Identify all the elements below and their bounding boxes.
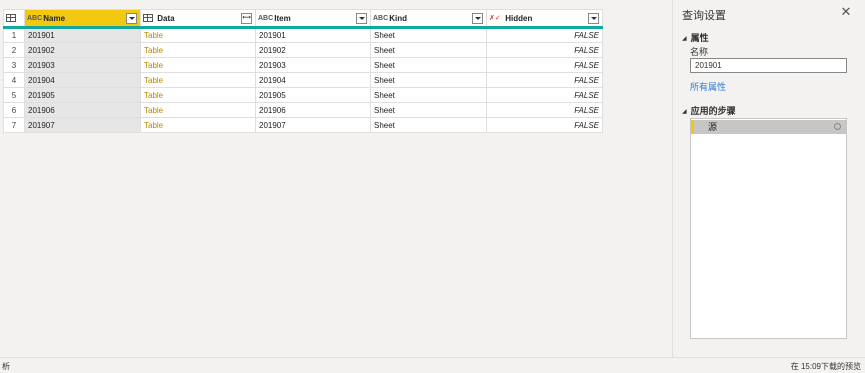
table-type-icon[interactable] — [143, 14, 153, 23]
filter-dropdown-icon[interactable] — [588, 13, 599, 24]
filter-dropdown-icon[interactable] — [356, 13, 367, 24]
column-header-hidden[interactable]: ✗✓ Hidden — [486, 9, 603, 29]
row-number[interactable]: 1 — [3, 27, 25, 43]
cell-name[interactable]: 201903 — [24, 57, 141, 73]
row-number[interactable]: 4 — [3, 72, 25, 88]
close-icon[interactable]: ✕ — [839, 5, 853, 19]
cell-name[interactable]: 201904 — [24, 72, 141, 88]
cell-data[interactable]: Table — [140, 102, 256, 118]
cell-kind[interactable]: Sheet — [370, 72, 487, 88]
column-header-data[interactable]: Data ⟷ — [140, 9, 256, 29]
cell-name[interactable]: 201902 — [24, 42, 141, 58]
filter-dropdown-icon[interactable] — [472, 13, 483, 24]
properties-heading: 属性 — [690, 33, 709, 43]
cell-hidden[interactable]: FALSE — [486, 27, 603, 43]
cell-hidden[interactable]: FALSE — [486, 72, 603, 88]
cell-kind[interactable]: Sheet — [370, 117, 487, 133]
expand-column-icon[interactable]: ⟷ — [241, 13, 252, 24]
table-row[interactable]: 7 201907 Table 201907 Sheet FALSE — [3, 117, 603, 133]
table-row[interactable]: 1 201901 Table 201901 Sheet FALSE — [3, 27, 603, 43]
cell-name[interactable]: 201907 — [24, 117, 141, 133]
column-header-item[interactable]: ABC Item — [255, 9, 371, 29]
cell-hidden[interactable]: FALSE — [486, 57, 603, 73]
table-row[interactable]: 6 201906 Table 201906 Sheet FALSE — [3, 102, 603, 118]
column-header-label: Item — [274, 13, 291, 23]
cell-data[interactable]: Table — [140, 117, 256, 133]
cell-item[interactable]: 201905 — [255, 87, 371, 103]
row-number[interactable]: 5 — [3, 87, 25, 103]
row-number[interactable]: 3 — [3, 57, 25, 73]
cell-data[interactable]: Table — [140, 27, 256, 43]
applied-steps-section-header[interactable]: ◢ 应用的步骤 — [682, 104, 736, 117]
cell-name[interactable]: 201906 — [24, 102, 141, 118]
table-row[interactable]: 2 201902 Table 201902 Sheet FALSE — [3, 42, 603, 58]
cell-item[interactable]: 201906 — [255, 102, 371, 118]
step-item-source[interactable]: 源 — [691, 120, 846, 134]
cell-hidden[interactable]: FALSE — [486, 102, 603, 118]
column-header-name[interactable]: ABC Name — [24, 9, 141, 29]
text-type-icon[interactable]: ABC — [373, 15, 388, 22]
column-header-label: Name — [43, 13, 66, 23]
collapse-triangle-icon[interactable]: ◢ — [682, 108, 687, 115]
status-preview-time: 在 15:09下载的预览 — [790, 362, 861, 371]
cell-hidden[interactable]: FALSE — [486, 117, 603, 133]
column-header-kind[interactable]: ABC Kind — [370, 9, 487, 29]
text-type-icon[interactable]: ABC — [27, 15, 42, 22]
cell-data[interactable]: Table — [140, 57, 256, 73]
pane-title: 查询设置 — [682, 10, 726, 22]
cell-item[interactable]: 201904 — [255, 72, 371, 88]
all-properties-link[interactable]: 所有属性 — [690, 80, 726, 93]
table-row[interactable]: 4 201904 Table 201904 Sheet FALSE — [3, 72, 603, 88]
query-name-input[interactable] — [690, 58, 847, 73]
query-settings-pane: 查询设置 ✕ ◢属性 名称 所有属性 ◢应用的步骤 源 — [674, 0, 865, 357]
row-number[interactable]: 7 — [3, 117, 25, 133]
data-preview-area: ABC Name Data ⟷ ABC Item ABC Kind ✗✓ Hid… — [0, 0, 673, 357]
cell-item[interactable]: 201907 — [255, 117, 371, 133]
cell-hidden[interactable]: FALSE — [486, 87, 603, 103]
collapse-triangle-icon[interactable]: ◢ — [682, 35, 687, 42]
cell-item[interactable]: 201902 — [255, 42, 371, 58]
table-icon — [6, 14, 16, 23]
filter-dropdown-icon[interactable] — [126, 13, 137, 24]
cell-name[interactable]: 201901 — [24, 27, 141, 43]
table-row[interactable]: 5 201905 Table 201905 Sheet FALSE — [3, 87, 603, 103]
cell-data[interactable]: Table — [140, 72, 256, 88]
status-left-text: 析 — [2, 362, 10, 371]
table-row[interactable]: 3 201903 Table 201903 Sheet FALSE — [3, 57, 603, 73]
power-query-editor: ABC Name Data ⟷ ABC Item ABC Kind ✗✓ Hid… — [0, 0, 865, 373]
properties-section-header[interactable]: ◢ 属性 — [682, 31, 709, 44]
applied-steps-list: 源 — [690, 118, 847, 339]
cell-item[interactable]: 201903 — [255, 57, 371, 73]
data-grid: ABC Name Data ⟷ ABC Item ABC Kind ✗✓ Hid… — [3, 9, 603, 133]
step-label: 源 — [708, 122, 718, 132]
row-number[interactable]: 2 — [3, 42, 25, 58]
cell-kind[interactable]: Sheet — [370, 87, 487, 103]
cell-data[interactable]: Table — [140, 87, 256, 103]
status-bar: 析 在 15:09下载的预览 — [0, 357, 865, 373]
cell-name[interactable]: 201905 — [24, 87, 141, 103]
gear-icon[interactable] — [834, 123, 841, 130]
column-header-label: Data — [157, 13, 175, 23]
cell-kind[interactable]: Sheet — [370, 27, 487, 43]
logical-type-icon[interactable]: ✗✓ — [489, 14, 501, 22]
column-header-label: Kind — [389, 13, 408, 23]
cell-kind[interactable]: Sheet — [370, 102, 487, 118]
name-label: 名称 — [690, 47, 709, 57]
row-number[interactable]: 6 — [3, 102, 25, 118]
cell-kind[interactable]: Sheet — [370, 57, 487, 73]
cell-kind[interactable]: Sheet — [370, 42, 487, 58]
cell-item[interactable]: 201901 — [255, 27, 371, 43]
cell-data[interactable]: Table — [140, 42, 256, 58]
text-type-icon[interactable]: ABC — [258, 15, 273, 22]
cell-hidden[interactable]: FALSE — [486, 42, 603, 58]
header-row: ABC Name Data ⟷ ABC Item ABC Kind ✗✓ Hid… — [3, 9, 603, 29]
table-menu-button[interactable] — [3, 9, 25, 29]
applied-steps-heading: 应用的步骤 — [690, 106, 736, 116]
column-header-label: Hidden — [505, 13, 533, 23]
